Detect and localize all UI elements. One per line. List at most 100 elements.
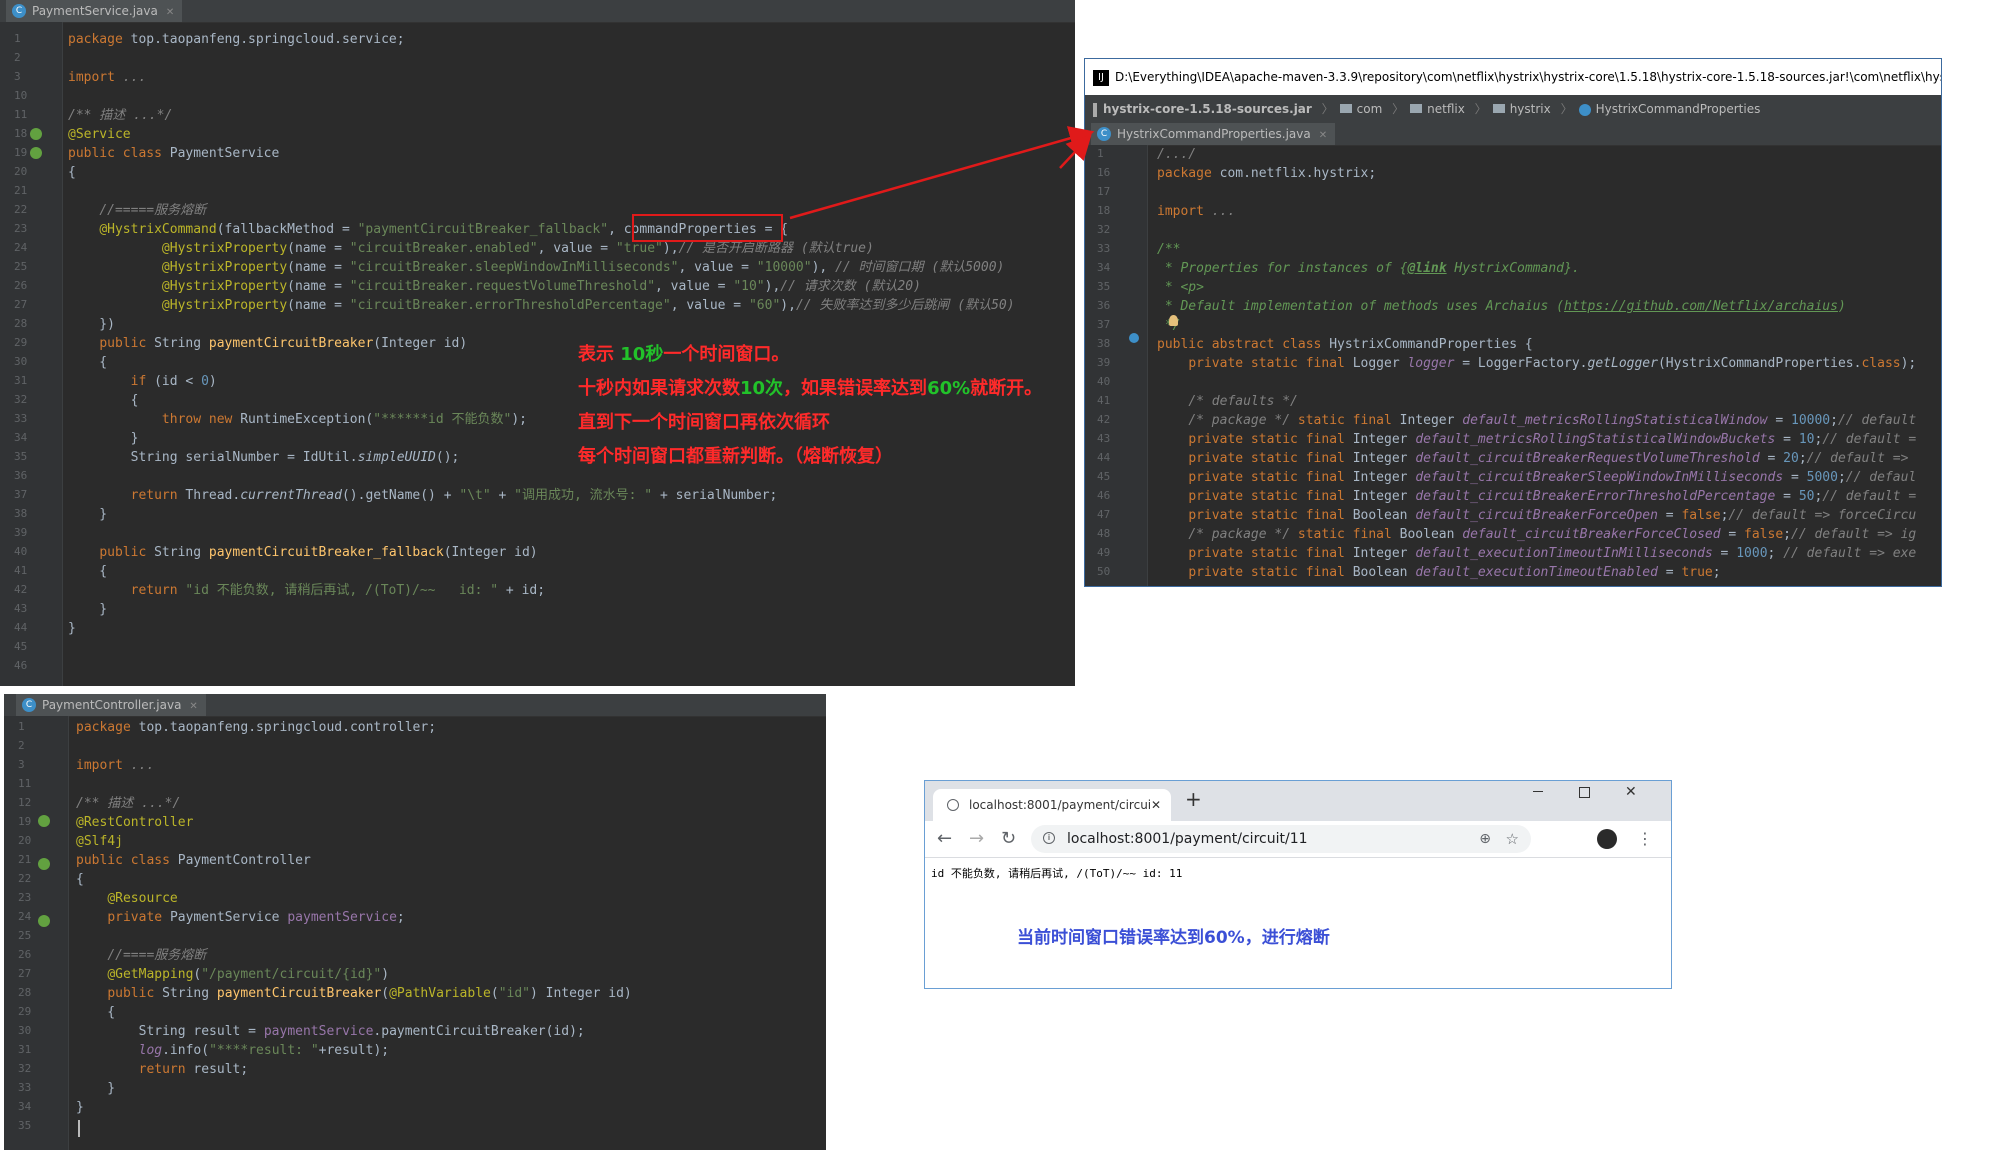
reload-icon[interactable]: ↻ <box>1001 821 1016 857</box>
code-line[interactable]: return result; <box>76 1060 249 1079</box>
code-line[interactable]: { <box>76 1003 115 1022</box>
menu-icon[interactable]: ⋮ <box>1637 821 1653 857</box>
code-line[interactable]: } <box>76 1079 115 1098</box>
breadcrumb-jar[interactable]: hystrix-core-1.5.18-sources.jar <box>1103 95 1312 123</box>
code-line[interactable]: public class PaymentController <box>76 851 311 870</box>
line-number: 2 <box>14 51 21 64</box>
code-line[interactable]: /** <box>1157 240 1180 259</box>
back-icon[interactable]: ← <box>937 821 952 857</box>
code-line[interactable]: public String paymentCircuitBreaker(@Pat… <box>76 984 631 1003</box>
code-line[interactable]: @HystrixProperty(name = "circuitBreaker.… <box>68 258 1004 277</box>
code-line[interactable]: } <box>68 429 139 448</box>
code-line[interactable]: /* defaults */ <box>1157 392 1298 411</box>
spring-bean-icon[interactable] <box>30 128 42 140</box>
code-line[interactable]: return "id 不能负数, 请稍后再试, /(ToT)/~~ id: " … <box>68 581 545 600</box>
code-line[interactable]: import ... <box>68 68 146 87</box>
minimize-icon[interactable] <box>1533 791 1543 792</box>
close-window-icon[interactable]: ✕ <box>1625 781 1637 803</box>
code-line[interactable]: //====服务熔断 <box>76 946 206 965</box>
code-line[interactable]: public abstract class HystrixCommandProp… <box>1157 335 1533 354</box>
code-line[interactable]: /* package */ static final Integer defau… <box>1157 411 1916 430</box>
zoom-icon[interactable]: ⊕ <box>1479 825 1491 853</box>
star-icon[interactable]: ☆ <box>1506 825 1519 853</box>
code-line[interactable]: package top.taopanfeng.springcloud.contr… <box>76 718 436 737</box>
browser-tab[interactable]: localhost:8001/payment/circui ✕ <box>933 789 1171 821</box>
breadcrumb-hystrix[interactable]: hystrix <box>1510 95 1551 123</box>
line-number: 24 <box>18 910 32 923</box>
new-tab-icon[interactable]: + <box>1185 787 1202 811</box>
code-line[interactable]: //=====服务熔断 <box>68 201 206 220</box>
spring-bean-icon[interactable] <box>30 147 42 159</box>
code-line[interactable]: { <box>68 353 107 372</box>
avatar[interactable] <box>1597 829 1617 849</box>
code-line[interactable]: private static final Integer default_met… <box>1157 430 1916 449</box>
code-line[interactable]: } <box>68 619 76 638</box>
code-line[interactable]: } <box>68 505 107 524</box>
code-line[interactable]: private static final Boolean default_exe… <box>1157 563 1720 582</box>
close-tab-icon[interactable]: ✕ <box>1151 789 1161 821</box>
code-line[interactable]: } <box>68 600 107 619</box>
code-line[interactable]: private static final Integer default_cir… <box>1157 449 1908 468</box>
tab-hystrix-properties[interactable]: C HystrixCommandProperties.java ✕ <box>1091 123 1336 145</box>
code-line[interactable]: package top.taopanfeng.springcloud.servi… <box>68 30 405 49</box>
close-icon[interactable]: ✕ <box>166 7 174 18</box>
spring-bean-icon[interactable] <box>38 858 50 870</box>
forward-icon[interactable]: → <box>969 821 984 857</box>
line-number: 45 <box>1097 470 1111 483</box>
breadcrumb-class[interactable]: HystrixCommandProperties <box>1596 95 1761 123</box>
code-line[interactable]: }) <box>68 315 115 334</box>
code-line[interactable]: public String paymentCircuitBreaker_fall… <box>68 543 537 562</box>
code-line[interactable]: @Service <box>68 125 131 144</box>
address-bar[interactable]: i localhost:8001/payment/circuit/11 ⊕ ☆ <box>1031 825 1531 853</box>
editor-tab-bar: C HystrixCommandProperties.java ✕ <box>1085 123 1941 146</box>
code-line[interactable]: package com.netflix.hystrix; <box>1157 164 1376 183</box>
breadcrumb-netflix[interactable]: netflix <box>1427 95 1465 123</box>
code-line[interactable]: private static final Integer default_exe… <box>1157 544 1916 563</box>
code-line[interactable]: @Slf4j <box>76 832 123 851</box>
override-icon[interactable] <box>1129 333 1139 343</box>
code-line[interactable]: @GetMapping("/payment/circuit/{id}") <box>76 965 389 984</box>
code-line[interactable]: log.info("****result: "+result); <box>76 1041 389 1060</box>
code-line[interactable]: private static final Boolean default_cir… <box>1157 506 1916 525</box>
code-line[interactable]: @HystrixProperty(name = "circuitBreaker.… <box>68 296 1015 315</box>
code-line[interactable]: /** 描述 ...*/ <box>76 794 180 813</box>
code-line[interactable]: { <box>68 562 107 581</box>
highlight-box-command-properties <box>632 214 783 242</box>
code-line[interactable]: * Properties for instances of {@link Hys… <box>1157 259 1580 278</box>
tab-payment-service[interactable]: C PaymentService.java ✕ <box>6 0 183 22</box>
breadcrumb-com[interactable]: com <box>1357 95 1383 123</box>
code-line[interactable]: * <p> <box>1157 278 1204 297</box>
code-line[interactable]: /** 描述 ...*/ <box>68 106 172 125</box>
maximize-icon[interactable] <box>1579 787 1590 798</box>
line-number: 41 <box>1097 394 1111 407</box>
code-line[interactable]: /.../ <box>1157 145 1196 164</box>
code-line[interactable]: { <box>76 870 84 889</box>
code-line[interactable]: String serialNumber = IdUtil.simpleUUID(… <box>68 448 460 467</box>
code-line[interactable]: import ... <box>1157 202 1235 221</box>
code-line[interactable]: private static final Integer default_cir… <box>1157 468 1916 487</box>
tab-payment-controller[interactable]: C PaymentController.java ✕ <box>16 694 206 716</box>
code-line[interactable]: @HystrixProperty(name = "circuitBreaker.… <box>68 277 921 296</box>
code-line[interactable]: return Thread.currentThread().getName() … <box>68 486 778 505</box>
close-icon[interactable]: ✕ <box>189 701 197 712</box>
code-line[interactable]: @RestController <box>76 813 193 832</box>
code-line[interactable]: { <box>68 163 76 182</box>
code-line[interactable]: private PaymentService paymentService; <box>76 908 404 927</box>
spring-bean-icon[interactable] <box>38 815 50 827</box>
code-line[interactable]: String result = paymentService.paymentCi… <box>76 1022 585 1041</box>
code-line[interactable]: { <box>68 391 139 410</box>
spring-bean-icon[interactable] <box>38 915 50 927</box>
code-line[interactable]: if (id < 0) <box>68 372 217 391</box>
code-line[interactable]: private static final Logger logger = Log… <box>1157 354 1916 373</box>
code-line[interactable]: * Default implementation of methods uses… <box>1157 297 1846 316</box>
code-line[interactable]: public class PaymentService <box>68 144 279 163</box>
code-line[interactable]: private static final Integer default_cir… <box>1157 487 1916 506</box>
code-line[interactable]: throw new RuntimeException("******id 不能负… <box>68 410 527 429</box>
code-line[interactable]: @Resource <box>76 889 177 908</box>
code-line[interactable]: public String paymentCircuitBreaker(Inte… <box>68 334 467 353</box>
code-line[interactable]: import ... <box>76 756 154 775</box>
code-line[interactable]: /* package */ static final Boolean defau… <box>1157 525 1916 544</box>
close-icon[interactable]: ✕ <box>1319 130 1327 141</box>
bulb-icon[interactable] <box>1169 315 1178 326</box>
code-line[interactable]: } <box>76 1098 84 1117</box>
